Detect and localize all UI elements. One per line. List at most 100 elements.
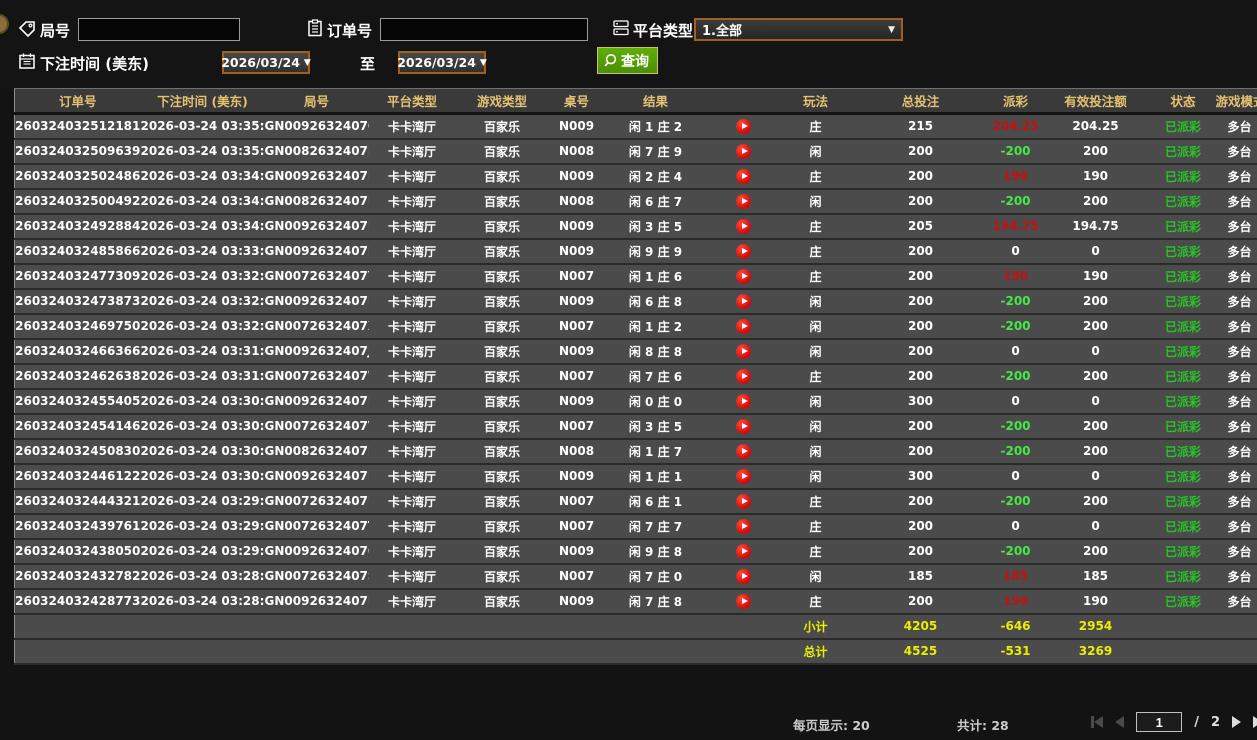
round-number-cell: GN0072632407T (264, 513, 369, 540)
table-number-cell: N007 (548, 413, 605, 440)
table-row: 260324032492884 2026-03-24 03:34:08 GN00… (14, 213, 1257, 240)
page-separator: / (1194, 714, 1199, 730)
result-cell: 闲 6 庄 1 (604, 488, 707, 515)
total-bet-cell: 300 (850, 388, 991, 415)
first-page-button[interactable] (1091, 716, 1104, 728)
last-page-button[interactable] (1253, 716, 1257, 728)
valid-bet-cell: 200 (1040, 138, 1151, 165)
round-number-cell: GN0072632407W (264, 363, 369, 390)
game-type-cell: 百家乐 (455, 338, 549, 365)
total-bet-cell: 200 (850, 188, 991, 215)
status-cell: 已派彩 (1150, 113, 1216, 140)
order-number-cell: 260324032477309 (14, 263, 141, 290)
game-mode-cell: 多台 (1215, 138, 1257, 165)
play-icon[interactable] (736, 118, 751, 134)
drawer-handle[interactable] (0, 14, 9, 34)
replay-cell (706, 213, 781, 240)
table-row: 260324032428773 2026-03-24 03:28:39 GN00… (14, 588, 1257, 615)
to-label: 至 (360, 55, 376, 73)
game-mode-cell: 多台 (1215, 588, 1257, 615)
calendar-icon (19, 53, 35, 69)
payout-cell: -200 (990, 438, 1041, 465)
table-row: 260324032485866 2026-03-24 03:33:34 GN00… (14, 238, 1257, 265)
play-icon[interactable] (736, 318, 751, 334)
round-number-input[interactable] (78, 18, 240, 41)
valid-bet-cell: 0 (1040, 238, 1151, 265)
grand-total-label: 总计 (780, 638, 851, 665)
replay-cell (706, 538, 781, 565)
replay-cell (706, 338, 781, 365)
column-header: 有效投注额 (1040, 88, 1151, 115)
chevron-down-icon: ▼ (888, 24, 895, 35)
game-type-cell: 百家乐 (455, 238, 549, 265)
bet-time-cell: 2026-03-24 03:32:48 (140, 263, 265, 290)
order-number-cell: 260324032469750 (14, 313, 141, 340)
date-from-picker[interactable]: 2026/03/24 ▼ (221, 51, 311, 74)
replay-cell (706, 588, 781, 615)
play-icon[interactable] (736, 368, 751, 384)
result-cell: 闲 7 庄 0 (604, 563, 707, 590)
game-type-cell: 百家乐 (455, 488, 549, 515)
round-number-cell: GN0092632407J (264, 338, 369, 365)
play-icon[interactable] (736, 393, 751, 409)
play-icon[interactable] (736, 193, 751, 209)
total-bet-cell: 300 (850, 463, 991, 490)
result-cell: 闲 0 庄 0 (604, 388, 707, 415)
bet-side-cell: 闲 (780, 338, 851, 365)
replay-cell (706, 188, 781, 215)
platform-cell: 卡卡湾厅 (368, 138, 456, 165)
table-row: 260324032462638 2026-03-24 03:31:27 GN00… (14, 363, 1257, 390)
play-icon[interactable] (736, 168, 751, 184)
table-row: 260324032500492 2026-03-24 03:34:48 GN00… (14, 188, 1257, 215)
date-to-picker[interactable]: 2026/03/24 ▼ (397, 51, 487, 74)
bet-side-cell: 闲 (780, 313, 851, 340)
bet-side-cell: 庄 (780, 538, 851, 565)
prev-page-button[interactable] (1115, 716, 1125, 728)
bet-side-cell: 庄 (780, 488, 851, 515)
order-number-input[interactable] (380, 18, 588, 41)
bet-side-cell: 闲 (780, 138, 851, 165)
search-button[interactable]: 查询 (597, 47, 658, 74)
game-type-cell: 百家乐 (455, 188, 549, 215)
total-count-text: 共计: 28 (957, 718, 1009, 733)
play-icon[interactable] (736, 243, 751, 259)
game-mode-cell: 多台 (1215, 163, 1257, 190)
page-number-input[interactable] (1136, 712, 1183, 732)
game-type-cell: 百家乐 (455, 313, 549, 340)
play-icon[interactable] (736, 468, 751, 484)
replay-cell (706, 513, 781, 540)
first-page-icon (1094, 716, 1104, 728)
bet-side-cell: 庄 (780, 588, 851, 615)
next-page-button[interactable] (1232, 716, 1241, 728)
play-icon[interactable] (736, 568, 751, 584)
valid-bet-cell: 200 (1040, 188, 1151, 215)
play-icon[interactable] (736, 443, 751, 459)
game-mode-cell: 多台 (1215, 563, 1257, 590)
play-icon[interactable] (736, 293, 751, 309)
play-icon[interactable] (736, 343, 751, 359)
column-header: 状态 (1150, 88, 1216, 115)
play-icon[interactable] (736, 218, 751, 234)
play-icon[interactable] (736, 593, 751, 609)
play-icon[interactable] (736, 493, 751, 509)
play-icon[interactable] (736, 518, 751, 534)
total-bet-cell: 200 (850, 488, 991, 515)
game-mode-cell: 多台 (1215, 188, 1257, 215)
result-cell: 闲 9 庄 8 (604, 538, 707, 565)
bet-time-cell: 2026-03-24 03:32:29 (140, 288, 265, 315)
play-icon[interactable] (736, 418, 751, 434)
bet-side-cell: 闲 (780, 388, 851, 415)
game-mode-cell: 多台 (1215, 488, 1257, 515)
play-icon[interactable] (736, 143, 751, 159)
round-number-cell: GN0082632407M (264, 138, 369, 165)
chevron-down-icon: ▼ (479, 57, 487, 68)
platform-type-select[interactable]: 1.全部 ▼ (694, 18, 903, 41)
play-icon[interactable] (736, 268, 751, 284)
status-cell: 已派彩 (1150, 338, 1216, 365)
order-number-cell: 260324032500492 (14, 188, 141, 215)
bet-time-cell: 2026-03-24 03:28:39 (140, 588, 265, 615)
platform-cell: 卡卡湾厅 (368, 438, 456, 465)
bet-side-cell: 闲 (780, 563, 851, 590)
play-icon[interactable] (736, 543, 751, 559)
bet-side-cell: 庄 (780, 238, 851, 265)
